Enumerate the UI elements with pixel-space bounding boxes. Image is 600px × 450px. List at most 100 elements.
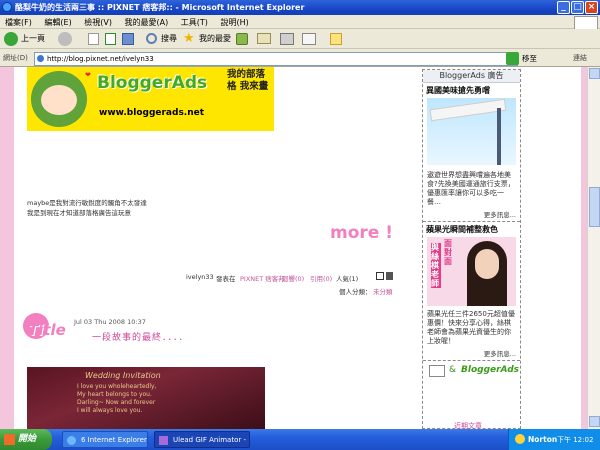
post-photo: Wedding Invitation I love you wholeheart… bbox=[27, 367, 265, 429]
taskbar: 開始 6 Internet Explorer Ulead GIF Animato… bbox=[0, 429, 600, 450]
menu-file[interactable]: 檔案(F) bbox=[0, 15, 37, 28]
photo-line-4: I will always love you. bbox=[77, 407, 143, 414]
ad2-sign-1: 與絲棋老師 bbox=[431, 243, 441, 288]
go-button[interactable]: 移至 bbox=[522, 53, 537, 64]
footer-bloggerads-logo[interactable]: BloggerAds bbox=[461, 365, 519, 375]
ad1-card-icon bbox=[429, 98, 507, 122]
ad1-tower-icon bbox=[497, 108, 501, 165]
favorites-button[interactable]: 我的最愛 bbox=[199, 32, 231, 46]
media-icon[interactable] bbox=[236, 33, 248, 45]
toolbar: 上一頁 搜尋 ★ 我的最愛 bbox=[0, 29, 600, 49]
links-button[interactable]: 連結 bbox=[573, 53, 587, 63]
menu-help[interactable]: 說明(H) bbox=[215, 15, 253, 28]
print-icon[interactable] bbox=[280, 33, 294, 45]
bloggerads-sidebar: BloggerAds 廣告 異國美味搶先勇嚐 遨遊世界想盡興嚐遍各地美食?先換美… bbox=[422, 69, 521, 429]
web-page: ❤ BloggerAds www.bloggerads.net 我的部落格 我來… bbox=[0, 67, 600, 429]
minimize-button[interactable]: _ bbox=[557, 1, 570, 14]
ad1-more-link[interactable]: 更多訊息... bbox=[423, 209, 520, 219]
norton-icon[interactable] bbox=[515, 434, 525, 444]
maximize-button[interactable]: □ bbox=[571, 1, 584, 14]
stop-icon[interactable] bbox=[88, 33, 99, 45]
views-count: 人氣(1) bbox=[336, 275, 359, 283]
scroll-down-button[interactable] bbox=[589, 416, 600, 427]
ad2-sign-2: 面對面 bbox=[444, 239, 452, 266]
close-button[interactable]: × bbox=[585, 1, 598, 14]
vertical-scrollbar[interactable] bbox=[587, 67, 600, 429]
refresh-icon[interactable] bbox=[105, 33, 116, 45]
back-button[interactable]: 上一頁 bbox=[21, 32, 45, 46]
banner-slogan: 我的部落格 我來畫 bbox=[227, 69, 269, 92]
delete-post-icon[interactable] bbox=[386, 272, 393, 280]
title-bar: 酪梨牛奶的生活兩三事 :: PIXNET 痞客邦:: - Microsoft I… bbox=[0, 0, 600, 15]
ad2-more-link[interactable]: 更多訊息... bbox=[423, 348, 520, 358]
favorites-star-icon[interactable]: ★ bbox=[183, 32, 195, 46]
photo-heading: Wedding Invitation bbox=[85, 371, 161, 380]
back-arrow-icon[interactable] bbox=[4, 32, 18, 46]
post-text-line2: 我是到現在才知道部落格廣告這玩意 bbox=[27, 209, 131, 217]
cartoon-face-skin bbox=[41, 85, 77, 115]
windows-logo-icon bbox=[574, 16, 598, 30]
messenger-icon[interactable] bbox=[330, 33, 342, 45]
menu-view[interactable]: 檢視(V) bbox=[79, 15, 117, 28]
pink-border-left bbox=[0, 67, 14, 429]
menu-edit[interactable]: 編輯(E) bbox=[39, 15, 76, 28]
post-title[interactable]: 一段故事的最終．．．． bbox=[92, 330, 189, 343]
task-ie[interactable]: 6 Internet Explorer bbox=[62, 431, 148, 448]
recent-posts-heading: 近期文章 bbox=[454, 422, 482, 429]
banner-url: www.bloggerads.net bbox=[99, 108, 205, 118]
more-link[interactable]: more ! bbox=[330, 223, 393, 243]
edit-post-icon[interactable] bbox=[376, 272, 384, 280]
post-date: Jul 03 Thu 2008 10:37 bbox=[74, 318, 146, 326]
post-site-link[interactable]: PIXNET 痞客邦 bbox=[240, 273, 285, 283]
edit-icon[interactable] bbox=[302, 33, 316, 45]
ulead-task-icon bbox=[159, 436, 168, 445]
photo-line-2: My heart belongs to you. bbox=[77, 391, 152, 398]
ad2-image[interactable]: 與絲棋老師 面對面 bbox=[427, 237, 516, 306]
category-link[interactable]: 未分類 bbox=[373, 286, 393, 296]
search-button[interactable]: 搜尋 bbox=[161, 32, 177, 46]
scroll-up-button[interactable] bbox=[589, 68, 600, 79]
scroll-thumb[interactable] bbox=[589, 187, 600, 227]
address-url: http://blog.pixnet.net/ivelyn33 bbox=[47, 55, 154, 63]
start-button[interactable]: 開始 bbox=[0, 429, 52, 450]
bloggerads-logo: BloggerAds bbox=[97, 73, 208, 93]
ad1-text[interactable]: 遨遊世界想盡興嚐遍各地美食?先換美國運通旅行支票，優惠匯率讓你可以多吃一餐… bbox=[423, 171, 520, 207]
ad2-face bbox=[475, 249, 499, 279]
clock: 下午 12:02 bbox=[557, 436, 594, 444]
task-ie-label: 6 Internet Explorer bbox=[81, 436, 147, 444]
ad2-title[interactable]: 蘋果光瞬間補整救色 bbox=[423, 222, 520, 237]
heart-icon: ❤ bbox=[85, 71, 91, 79]
ad1-title[interactable]: 異國美味搶先勇嚐 bbox=[423, 83, 520, 98]
address-input[interactable]: http://blog.pixnet.net/ivelyn33 bbox=[34, 52, 518, 66]
forward-arrow-icon[interactable] bbox=[58, 32, 72, 46]
menu-favorites[interactable]: 我的最愛(A) bbox=[120, 15, 174, 28]
post-author[interactable]: ivelyn33 bbox=[186, 273, 214, 281]
task-ulead-label: Ulead GIF Animator - ... bbox=[173, 436, 250, 444]
start-label: 開始 bbox=[18, 434, 37, 444]
windows-flag-icon bbox=[4, 434, 15, 445]
menu-tools[interactable]: 工具(T) bbox=[176, 15, 213, 28]
task-ulead[interactable]: Ulead GIF Animator - ... bbox=[154, 431, 250, 448]
trackback-link[interactable]: 引用(0) bbox=[310, 273, 332, 283]
system-tray: Norton 下午 12:02 bbox=[508, 429, 600, 450]
ie-task-icon bbox=[67, 436, 76, 445]
go-arrow-icon[interactable] bbox=[506, 52, 519, 65]
sidebar-header: BloggerAds 廣告 bbox=[423, 70, 520, 83]
home-icon[interactable] bbox=[122, 33, 134, 45]
ad-footer-logo-icon bbox=[429, 365, 445, 377]
address-bar: 網址(D) http://blog.pixnet.net/ivelyn33 移至… bbox=[0, 50, 600, 67]
ad1-image[interactable] bbox=[427, 98, 516, 165]
title-tag: Title bbox=[28, 321, 66, 339]
bloggerads-banner[interactable]: ❤ BloggerAds www.bloggerads.net 我的部落格 我來… bbox=[27, 67, 274, 131]
ampersand-icon: & bbox=[449, 365, 457, 375]
photo-line-3: Darling~ Now and forever bbox=[77, 399, 156, 406]
comments-link[interactable]: 迴響(0) bbox=[282, 273, 304, 283]
post-posted-label: 發表在 bbox=[216, 275, 236, 283]
address-label: 網址(D) bbox=[3, 54, 28, 62]
post-text-line1: maybe是我對流行敏銳度的觸角不太發達 bbox=[27, 199, 147, 207]
search-icon[interactable] bbox=[146, 33, 157, 44]
window-title: 酪梨牛奶的生活兩三事 :: PIXNET 痞客邦:: - Microsoft I… bbox=[15, 3, 305, 12]
norton-label[interactable]: Norton bbox=[528, 435, 557, 444]
ad2-text[interactable]: 蘋果光任三件2650元超值優惠價！快來分享心得，絲棋老師會為蘋果光資優生的你上妝… bbox=[423, 310, 520, 346]
mail-icon[interactable] bbox=[257, 33, 271, 44]
